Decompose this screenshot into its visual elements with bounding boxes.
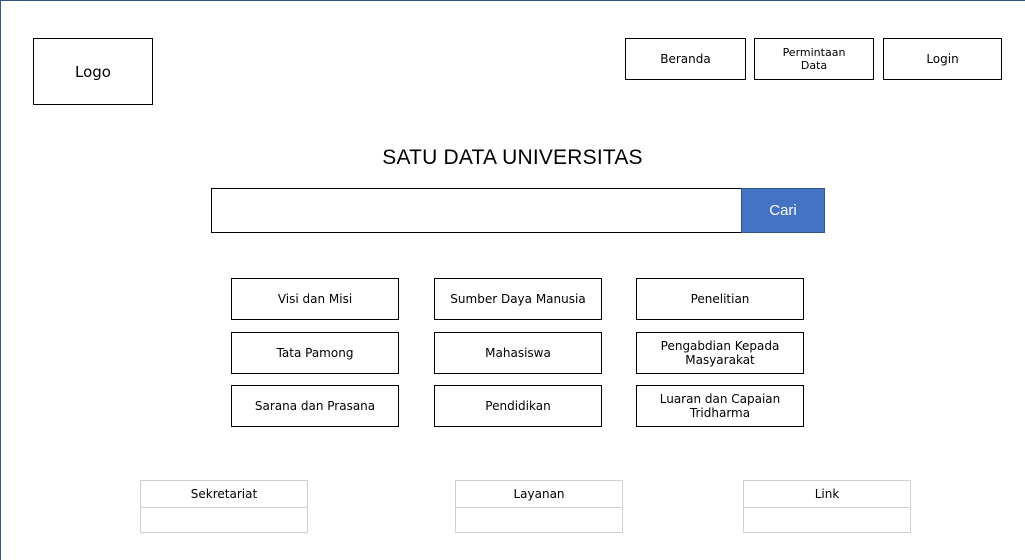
category-label: Tata Pamong [277, 346, 354, 360]
category-label-line1: Visi dan Misi [277, 292, 353, 306]
category-label: Pendidikan [485, 399, 550, 413]
category-sumber-daya-manusia[interactable]: Sumber Daya Manusia [434, 278, 602, 320]
category-label-line1: Penelitian [690, 292, 750, 306]
footer-section-sekretariat: Sekretariat [140, 480, 308, 533]
category-pendidikan[interactable]: Pendidikan [434, 385, 602, 427]
category-label: Pengabdian Kepada Masyarakat [661, 339, 780, 367]
category-label: Luaran dan Capaian Tridharma [660, 392, 781, 420]
category-label-line1: Sarana dan Prasana [254, 399, 376, 413]
logo[interactable]: Logo [33, 38, 153, 105]
nav-permintaan-data-button[interactable]: Permintaan Data [754, 38, 874, 80]
search-button-label: Cari [769, 202, 797, 219]
nav-beranda-button[interactable]: Beranda [625, 38, 746, 80]
category-visi-dan-misi[interactable]: Visi dan Misi [231, 278, 399, 320]
category-pengabdian-kepada-masyarakat[interactable]: Pengabdian Kepada Masyarakat [636, 332, 804, 374]
footer-section-link: Link [743, 480, 911, 533]
logo-text: Logo [75, 62, 111, 81]
search-input[interactable] [211, 188, 742, 233]
nav-login-label: Login [926, 52, 959, 66]
category-label: Sumber Daya Manusia [450, 292, 585, 306]
nav-login-button[interactable]: Login [883, 38, 1002, 80]
category-label-line1: Luaran dan Capaian [659, 392, 781, 406]
category-tata-pamong[interactable]: Tata Pamong [231, 332, 399, 374]
nav-permintaan-line2: Data [800, 59, 828, 72]
nav-permintaan-data-label: Permintaan Data [783, 46, 846, 72]
category-label-line1: Tata Pamong [276, 346, 354, 360]
category-label: Penelitian [691, 292, 750, 306]
category-label: Visi dan Misi [278, 292, 352, 306]
category-label-line2: Masyarakat [685, 353, 755, 367]
category-mahasiswa[interactable]: Mahasiswa [434, 332, 602, 374]
footer-section-title: Sekretariat [141, 481, 307, 508]
page-title: SATU DATA UNIVERSITAS [382, 146, 643, 169]
category-label-line1: Pendidikan [485, 399, 551, 413]
category-label-line2: Tridharma [689, 406, 751, 420]
category-label-line1: Mahasiswa [485, 346, 551, 360]
footer-section-title: Layanan [456, 481, 622, 508]
category-label-line1: Sumber Daya Manusia [450, 292, 586, 306]
footer-section-layanan: Layanan [455, 480, 623, 533]
search-button[interactable]: Cari [741, 188, 825, 233]
nav-beranda-label: Beranda [660, 52, 711, 66]
category-sarana-dan-prasana[interactable]: Sarana dan Prasana [231, 385, 399, 427]
nav-permintaan-line1: Permintaan [782, 46, 846, 59]
footer-section-title: Link [744, 481, 910, 508]
category-label: Mahasiswa [485, 346, 551, 360]
category-penelitian[interactable]: Penelitian [636, 278, 804, 320]
category-luaran-dan-capaian-tridharma[interactable]: Luaran dan Capaian Tridharma [636, 385, 804, 427]
category-label: Sarana dan Prasana [255, 399, 375, 413]
category-label-line1: Pengabdian Kepada [660, 339, 780, 353]
